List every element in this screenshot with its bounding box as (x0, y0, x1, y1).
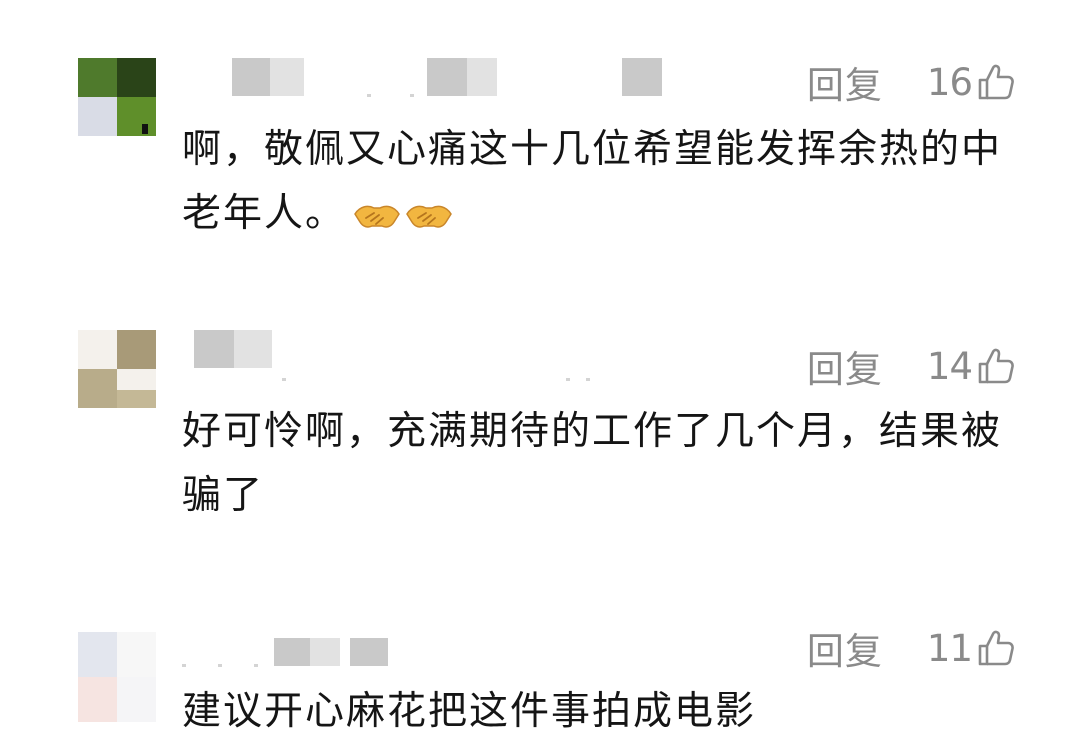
handshake-emoji-icon (406, 205, 452, 228)
reply-button[interactable]: 回复 (807, 55, 883, 109)
reply-button[interactable]: 回复 (807, 621, 883, 675)
handshake-emoji-icon (354, 205, 400, 228)
comment-actions: 回复 16 (807, 55, 1016, 109)
avatar-pixel (78, 677, 117, 722)
comment-text-content: 啊，敬佩又心痛这十几位希望能发挥余热的中老年人。 (182, 127, 1003, 236)
like-count: 14 (926, 344, 973, 388)
avatar-pixel (117, 632, 156, 677)
avatar-pixel (117, 330, 156, 369)
like-button[interactable]: 11 (927, 627, 1016, 670)
comment-item: 回复 16 啊，敬佩又心痛这十几位希望能发挥余热的中老年人。 (0, 0, 1080, 270)
avatar-pixel (78, 632, 117, 677)
comment-text: 好可怜啊，充满期待的工作了几个月，结果被骗了 (182, 400, 1012, 528)
username-blurred[interactable] (194, 330, 614, 381)
avatar-pixel (117, 97, 156, 136)
thumbs-up-icon (978, 348, 1014, 384)
comment-item: 回复 11 建议开心麻花把这件事拍成电影 (0, 590, 1080, 743)
comment-text-content: 建议开心麻花把这件事拍成电影 (182, 689, 757, 734)
avatar-pixel (117, 58, 156, 97)
avatar-pixel (117, 677, 156, 722)
thumbs-up-icon (978, 630, 1014, 666)
comment-actions: 回复 11 (807, 621, 1016, 675)
username-blurred[interactable] (232, 58, 662, 97)
comment-text-content: 好可怜啊，充满期待的工作了几个月，结果被骗了 (182, 409, 1003, 518)
like-count: 16 (926, 60, 973, 104)
comment-actions: 回复 14 (807, 339, 1016, 393)
like-button[interactable]: 16 (927, 61, 1016, 104)
like-button[interactable]: 14 (927, 345, 1016, 388)
avatar[interactable] (78, 58, 156, 136)
comment-item: 回复 14 好可怜啊，充满期待的工作了几个月，结果被骗了 (0, 300, 1080, 560)
username-blurred[interactable] (182, 638, 402, 676)
avatar-pixel (78, 58, 117, 97)
avatar[interactable] (78, 330, 156, 408)
reply-button[interactable]: 回复 (807, 339, 883, 393)
thumbs-up-icon (978, 64, 1014, 100)
emoji-group (352, 196, 454, 236)
comment-text: 啊，敬佩又心痛这十几位希望能发挥余热的中老年人。 (182, 118, 1012, 246)
like-count: 11 (926, 626, 973, 670)
comment-text: 建议开心麻花把这件事拍成电影 (182, 680, 1012, 743)
avatar-pixel (78, 330, 117, 369)
avatar-pixel (78, 97, 117, 136)
avatar[interactable] (78, 632, 156, 722)
